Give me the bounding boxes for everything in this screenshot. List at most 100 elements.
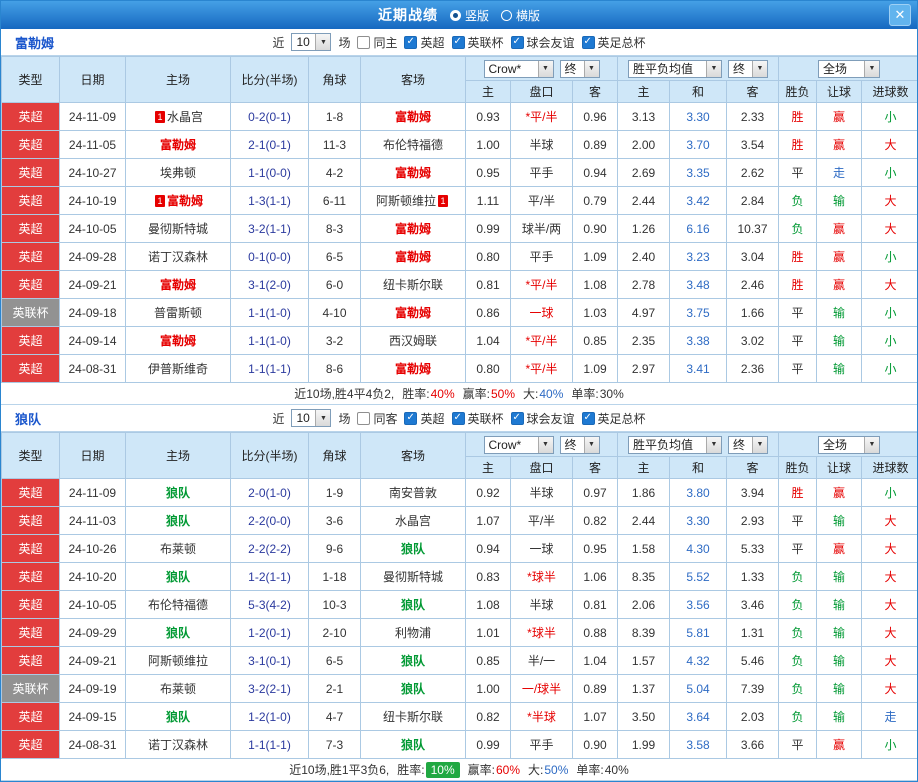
close-button[interactable]: ✕ <box>889 4 911 26</box>
league-filter-checkbox[interactable]: 英超 <box>404 34 444 51</box>
goals-result: 大 <box>862 131 918 159</box>
away-team[interactable]: 狼队 <box>361 675 466 703</box>
away-team[interactable]: 纽卡斯尔联 <box>361 271 466 299</box>
team-label: 狼队 <box>166 626 190 640</box>
league-filter-checkbox[interactable]: 英足总杯 <box>582 410 646 427</box>
home-team[interactable]: 1富勒姆 <box>126 187 231 215</box>
score: 1-2(1-1) <box>231 563 309 591</box>
away-team[interactable]: 富勒姆 <box>361 355 466 383</box>
away-team[interactable]: 阿斯顿维拉1 <box>361 187 466 215</box>
avg-time-select[interactable]: 终 ▼ <box>728 60 768 78</box>
away-team[interactable]: 西汉姆联 <box>361 327 466 355</box>
away-odds: 0.82 <box>573 507 618 535</box>
radio-vertical-layout[interactable]: 竖版 <box>450 7 489 24</box>
league-filter-checkbox[interactable]: 英联杯 <box>452 410 504 427</box>
scope-select[interactable]: 全场 ▼ <box>818 436 880 454</box>
avg-home: 2.06 <box>618 591 670 619</box>
match-row: 英超24-10-05曼彻斯特城3-2(1-1)8-3富勒姆0.99球半/两0.9… <box>2 215 918 243</box>
radio-horizontal-layout[interactable]: 横版 <box>501 7 540 24</box>
col-home: 主场 <box>126 433 231 479</box>
away-odds: 1.09 <box>573 355 618 383</box>
league-filter-checkbox[interactable]: 球会友谊 <box>511 410 575 427</box>
competition-type: 英超 <box>2 103 60 131</box>
home-team[interactable]: 富勒姆 <box>126 131 231 159</box>
home-team[interactable]: 狼队 <box>126 703 231 731</box>
odds-company-select[interactable]: Crow* ▼ <box>484 436 554 454</box>
away-team[interactable]: 狼队 <box>361 591 466 619</box>
away-team[interactable]: 富勒姆 <box>361 215 466 243</box>
match-result: 平 <box>779 355 817 383</box>
away-team[interactable]: 曼彻斯特城 <box>361 563 466 591</box>
handicap: *球半 <box>511 619 573 647</box>
home-team[interactable]: 阿斯顿维拉 <box>126 647 231 675</box>
odds-time-select[interactable]: 终 ▼ <box>560 436 600 454</box>
home-team[interactable]: 诺丁汉森林 <box>126 731 231 759</box>
home-team[interactable]: 伊普斯维奇 <box>126 355 231 383</box>
home-team[interactable]: 布伦特福德 <box>126 591 231 619</box>
home-team[interactable]: 曼彻斯特城 <box>126 215 231 243</box>
home-team[interactable]: 诺丁汉森林 <box>126 243 231 271</box>
col-odds-home: 主 <box>466 81 511 103</box>
league-filter-checkbox[interactable]: 英足总杯 <box>582 34 646 51</box>
avg-draw: 3.30 <box>670 507 727 535</box>
match-date: 24-11-03 <box>60 507 126 535</box>
competition-type: 英超 <box>2 215 60 243</box>
avg-odds-select[interactable]: 胜平负均值 ▼ <box>628 60 722 78</box>
away-team[interactable]: 富勒姆 <box>361 159 466 187</box>
home-team[interactable]: 普雷斯顿 <box>126 299 231 327</box>
match-date: 24-09-29 <box>60 619 126 647</box>
scope-select[interactable]: 全场 ▼ <box>818 60 880 78</box>
home-team[interactable]: 狼队 <box>126 563 231 591</box>
home-team[interactable]: 狼队 <box>126 619 231 647</box>
score: 0-2(0-1) <box>231 103 309 131</box>
away-team[interactable]: 富勒姆 <box>361 299 466 327</box>
match-count-select[interactable]: 10 ▼ <box>291 409 331 427</box>
avg-draw: 5.81 <box>670 619 727 647</box>
col-corner: 角球 <box>309 433 361 479</box>
same-venue-checkbox[interactable]: 同客 <box>357 410 397 427</box>
same-venue-checkbox[interactable]: 同主 <box>357 34 397 51</box>
away-team[interactable]: 狼队 <box>361 535 466 563</box>
away-team[interactable]: 布伦特福德 <box>361 131 466 159</box>
league-filter-checkbox[interactable]: 英联杯 <box>452 34 504 51</box>
away-odds: 1.07 <box>573 703 618 731</box>
avg-odds-select[interactable]: 胜平负均值 ▼ <box>628 436 722 454</box>
col-handicap-result: 让球 <box>817 457 862 479</box>
away-team[interactable]: 富勒姆 <box>361 243 466 271</box>
away-team[interactable]: 富勒姆 <box>361 103 466 131</box>
home-team[interactable]: 布莱顿 <box>126 675 231 703</box>
away-team[interactable]: 狼队 <box>361 731 466 759</box>
home-team[interactable]: 埃弗顿 <box>126 159 231 187</box>
avg-draw: 3.38 <box>670 327 727 355</box>
match-result: 胜 <box>779 103 817 131</box>
stat-value: 40% <box>605 763 629 777</box>
competition-type: 英超 <box>2 327 60 355</box>
avg-time-select[interactable]: 终 ▼ <box>728 436 768 454</box>
handicap: *球半 <box>511 563 573 591</box>
odds-time-select[interactable]: 终 ▼ <box>560 60 600 78</box>
home-team[interactable]: 富勒姆 <box>126 327 231 355</box>
home-odds: 0.99 <box>466 215 511 243</box>
home-team[interactable]: 狼队 <box>126 479 231 507</box>
match-count-select[interactable]: 10 ▼ <box>291 33 331 51</box>
chevron-down-icon: ▼ <box>706 61 721 77</box>
league-filter-checkbox[interactable]: 英超 <box>404 410 444 427</box>
home-team[interactable]: 布莱顿 <box>126 535 231 563</box>
match-row: 英联杯24-09-19布莱顿3-2(2-1)2-1狼队1.00一/球半0.891… <box>2 675 918 703</box>
goals-result: 大 <box>862 647 918 675</box>
match-date: 24-10-26 <box>60 535 126 563</box>
avg-home: 2.40 <box>618 243 670 271</box>
odds-company-select[interactable]: Crow* ▼ <box>484 60 554 78</box>
away-team[interactable]: 利物浦 <box>361 619 466 647</box>
col-odds-home: 主 <box>466 457 511 479</box>
home-team[interactable]: 富勒姆 <box>126 271 231 299</box>
away-team[interactable]: 水晶宫 <box>361 507 466 535</box>
team-label: 狼队 <box>166 514 190 528</box>
league-filter-checkbox[interactable]: 球会友谊 <box>511 34 575 51</box>
away-team[interactable]: 南安普敦 <box>361 479 466 507</box>
away-team[interactable]: 纽卡斯尔联 <box>361 703 466 731</box>
away-team[interactable]: 狼队 <box>361 647 466 675</box>
home-odds: 0.80 <box>466 243 511 271</box>
home-team[interactable]: 1水晶宫 <box>126 103 231 131</box>
home-team[interactable]: 狼队 <box>126 507 231 535</box>
